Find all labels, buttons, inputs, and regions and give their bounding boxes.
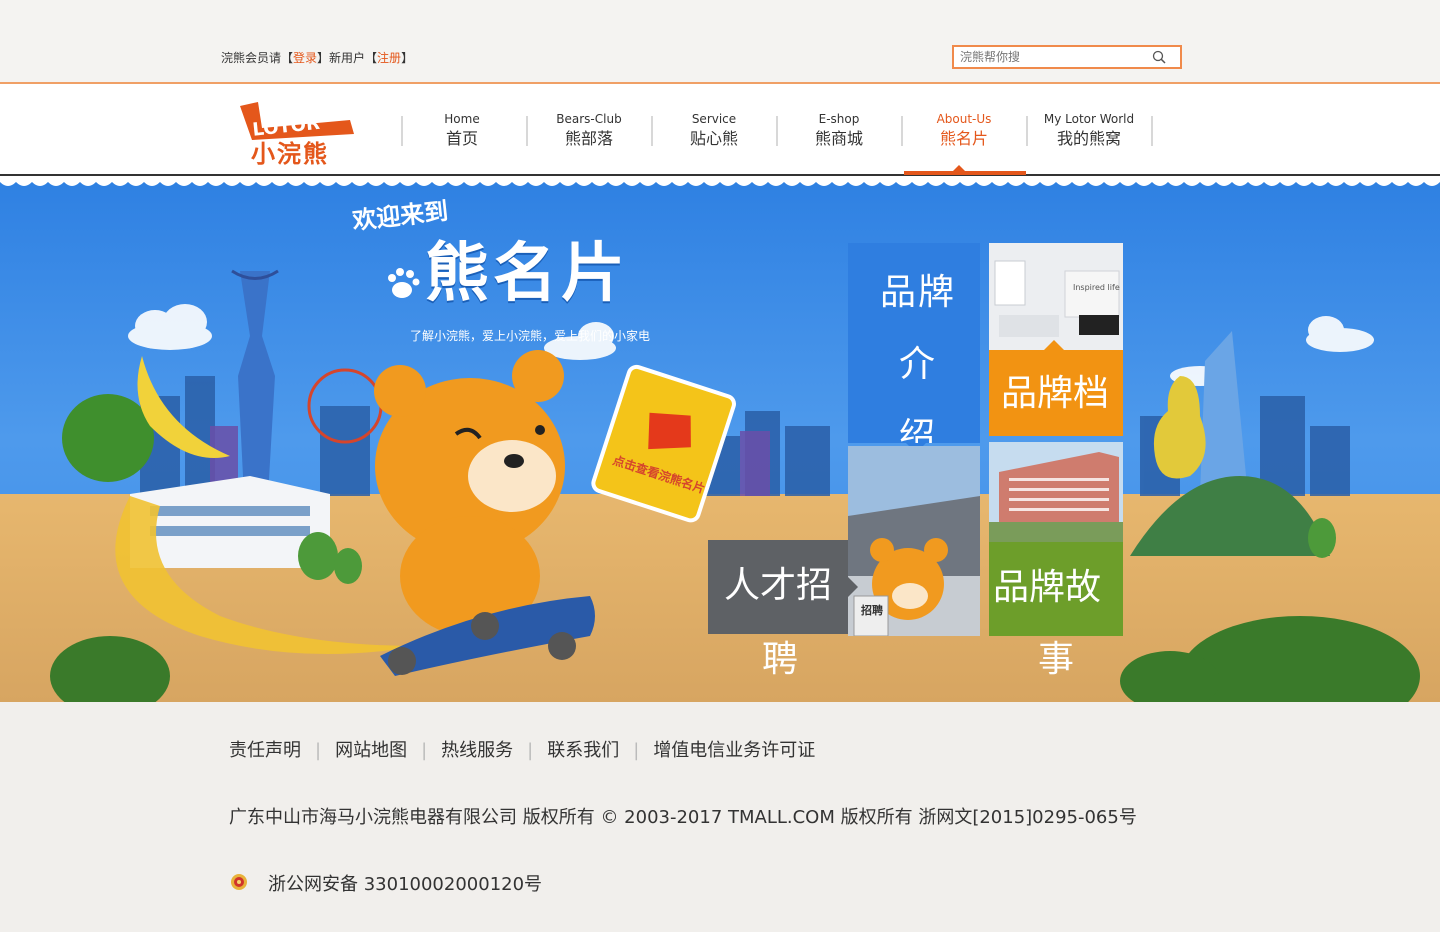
tile-label: 品牌介 绍 [862,257,974,443]
nav-label-cn: 熊部落 [564,129,613,148]
nav-label-en: About-Us [936,112,992,126]
nav-label-en: Service [691,112,737,126]
nav-item-eshop[interactable]: E-shop 熊商城 [778,111,900,151]
member-suffix: 】 [401,51,414,65]
watermelon-illustration [62,394,154,482]
member-mid: 】新用户【 [317,51,378,65]
search-input[interactable] [960,48,1140,66]
footer-separator: | [421,740,428,761]
hero-tagline: 了解小浣熊，爱上小浣熊，爱上我们的小家电 [410,329,651,343]
footer-separator: | [315,740,322,761]
bear-mascot-illustration [374,350,595,676]
hero-title: 熊名片 [425,237,629,311]
nav-separator [1151,116,1153,146]
factory-image [989,442,1123,542]
office-image: 招聘 [848,446,980,636]
nav-item-home[interactable]: Home 首页 [401,111,523,151]
nav-label-en: My Lotor World [1043,112,1135,126]
nav-label-en: Bears-Club [556,112,622,126]
footer-link-license[interactable]: 增值电信业务许可证 [653,740,815,761]
paw-icon [388,268,420,298]
nav-item-bears-club[interactable]: Bears-Club 熊部落 [528,111,650,151]
tile-factory-photo[interactable] [989,442,1123,542]
footer-link-disclaimer[interactable]: 责任声明 [229,740,301,761]
login-link[interactable]: 登录 [293,51,317,65]
nav-label-en: Home [444,112,480,126]
footer-beian[interactable]: 浙公网安备 33010002000120号 [268,870,542,896]
register-link[interactable]: 注册 [377,51,401,65]
business-card-illustration: 点击查看浣熊名片 [591,364,736,523]
tile-label-continued: 事 [1038,639,1075,680]
tile-brand-story[interactable]: 品牌故 [989,542,1123,636]
tile-label-continued: 聘 [762,639,799,680]
footer-separator: | [527,740,534,761]
tower-illustration [231,269,279,496]
showroom-text: Inspired life [1073,283,1120,292]
tile-label: 品牌档 [1001,373,1110,414]
nav-label-cn: 贴心熊 [689,129,738,148]
nav-active-arrow-icon [953,165,965,171]
glass-tower-illustration [1200,331,1248,496]
tile-brand-intro[interactable]: 品牌介 绍 [848,243,980,443]
logo-text-cn: 小浣熊 [251,140,329,168]
tile-brand-archive[interactable]: 品牌档 [989,350,1123,436]
nav-item-about-us[interactable]: About-Us 熊名片 [903,111,1025,151]
cloud-icon [128,304,1374,386]
nav-label-en: E-shop [818,112,860,126]
showroom-image: Inspired life [989,243,1123,350]
search-box [952,45,1182,69]
footer-links: 责任声明 | 网站地图 | 热线服务 | 联系我们 | 增值电信业务许可证 [229,736,815,762]
member-login-prompt: 浣熊会员请【登录】新用户【注册】 [221,49,413,66]
tile-label-line: 品牌介 [879,272,956,385]
tile-recruitment[interactable]: 人才招 [708,540,848,634]
footer-link-sitemap[interactable]: 网站地图 [335,740,407,761]
search-icon[interactable] [1152,50,1166,64]
recruit-sign-text: 招聘 [861,603,883,617]
tile-office-photo[interactable]: 招聘 [848,446,980,636]
tile-pointer-icon [848,577,858,597]
member-prefix: 浣熊会员请【 [221,51,294,65]
footer-link-hotline[interactable]: 热线服务 [441,740,513,761]
tile-label-line: 绍 [898,416,937,443]
nav-item-service[interactable]: Service 贴心熊 [653,111,775,151]
nav-label-cn: 我的熊窝 [1056,129,1121,148]
tile-showroom-photo[interactable]: Inspired life [989,243,1123,350]
footer-copyright: 广东中山市海马小浣熊电器有限公司 版权所有 © 2003-2017 TMALL.… [229,807,1137,828]
nav-label-cn: 熊商城 [814,129,863,148]
top-bar [0,0,1440,82]
nav-item-my-lotor-world[interactable]: My Lotor World 我的熊窝 [1028,111,1150,151]
nav-label-cn: 熊名片 [939,129,988,148]
nav-label-cn: 首页 [445,129,478,148]
pear-illustration [1153,376,1206,479]
footer-link-contact[interactable]: 联系我们 [547,740,619,761]
police-badge-icon [231,874,247,890]
tile-pointer-icon [1044,340,1064,350]
tile-label: 品牌故 [993,567,1102,608]
tile-label: 人才招 [724,565,833,606]
footer-separator: | [633,740,640,761]
nav-active-indicator [904,171,1026,175]
